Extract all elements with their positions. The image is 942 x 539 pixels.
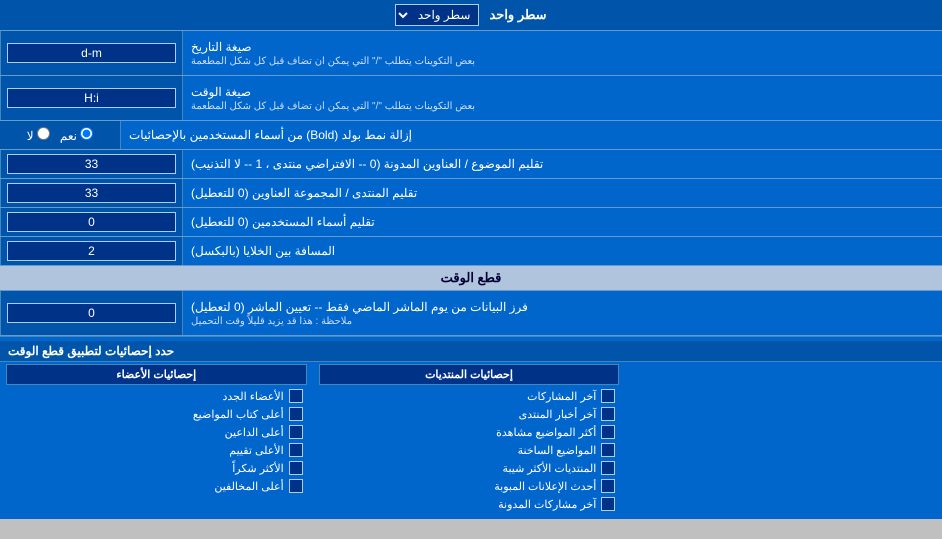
line-select[interactable]: سطر واحد سطران ثلاثة أسطر	[395, 4, 479, 26]
stats-col1-item-6: آخر مشاركات المدونة	[319, 495, 620, 513]
stats-col1-item-3: المواضيع الساخنة	[319, 441, 620, 459]
bold-remove-radio-cell: نعم لا	[0, 121, 120, 149]
stats-col1-label-6: آخر مشاركات المدونة	[498, 498, 596, 511]
usernames-trim-label: تقليم أسماء المستخدمين (0 للتعطيل)	[191, 215, 375, 229]
date-format-input-cell	[0, 31, 182, 75]
checkbox-5[interactable]	[601, 479, 615, 493]
stats-columns: إحصائيات المنتديات آخر المشاركات آخر أخب…	[0, 362, 942, 515]
checkbox-6[interactable]	[601, 497, 615, 511]
stats-header-row: حدد إحصائيات لتطبيق قطع الوقت	[0, 341, 942, 362]
bold-remove-row: إزالة نمط بولد (Bold) من أسماء المستخدمي…	[0, 121, 942, 150]
cell-spacing-label: المسافة بين الخلايا (بالبكسل)	[191, 244, 335, 258]
topic-headings-label-cell: تقليم الموضوع / العناوين المدونة (0 -- ا…	[182, 150, 942, 178]
cutoff-label-cell: فرز البيانات من يوم الماشر الماضي فقط --…	[182, 291, 942, 335]
stats-col1: إحصائيات المنتديات آخر المشاركات آخر أخب…	[313, 362, 626, 515]
stats-col2-label-3: الأعلى تقييم	[229, 444, 283, 457]
time-format-input-cell	[0, 76, 182, 120]
stats-section: حدد إحصائيات لتطبيق قطع الوقت إحصائيات ا…	[0, 336, 942, 519]
date-format-label: صيغة التاريخ	[191, 40, 252, 54]
topic-headings-input[interactable]	[7, 154, 176, 174]
time-format-label: صيغة الوقت	[191, 85, 251, 99]
bold-remove-label-cell: إزالة نمط بولد (Bold) من أسماء المستخدمي…	[120, 121, 942, 149]
cutoff-sublabel: ملاحظة : هذا قد يزيد قليلاً وقت التحميل	[191, 316, 352, 327]
cell-spacing-row: المسافة بين الخلايا (بالبكسل)	[0, 237, 942, 266]
stats-col2-label-4: الأكثر شكراً	[232, 462, 283, 475]
stats-col2-item-1: أعلى كتاب المواضيع	[6, 405, 307, 423]
radio-no-label[interactable]: لا	[27, 127, 50, 143]
usernames-trim-label-cell: تقليم أسماء المستخدمين (0 للتعطيل)	[182, 208, 942, 236]
topic-headings-input-cell	[0, 150, 182, 178]
checkbox-2[interactable]	[601, 425, 615, 439]
cutoff-label: فرز البيانات من يوم الماشر الماضي فقط --…	[191, 300, 528, 314]
stats-col1-item-2: أكثر المواضيع مشاهدة	[319, 423, 620, 441]
usernames-trim-input-cell	[0, 208, 182, 236]
cutoff-header-label: قطع الوقت	[441, 270, 502, 285]
forum-headings-label-cell: تقليم المنتدى / المجموعة العناوين (0 للت…	[182, 179, 942, 207]
top-row: سطر واحد سطر واحد سطران ثلاثة أسطر	[0, 0, 942, 31]
radio-no[interactable]	[37, 127, 50, 140]
cell-spacing-input-cell	[0, 237, 182, 265]
stats-col2-label-2: أعلى الداعين	[225, 426, 284, 439]
cutoff-input[interactable]	[7, 303, 176, 323]
cutoff-input-cell	[0, 291, 182, 335]
checkbox-4[interactable]	[601, 461, 615, 475]
topic-headings-label: تقليم الموضوع / العناوين المدونة (0 -- ا…	[191, 157, 543, 171]
forum-headings-row: تقليم المنتدى / المجموعة العناوين (0 للت…	[0, 179, 942, 208]
cell-spacing-input[interactable]	[7, 241, 176, 261]
checkbox-0[interactable]	[601, 389, 615, 403]
forum-headings-input-cell	[0, 179, 182, 207]
cell-spacing-label-cell: المسافة بين الخلايا (بالبكسل)	[182, 237, 942, 265]
stats-col1-item-0: آخر المشاركات	[319, 387, 620, 405]
stats-col2-label-1: أعلى كتاب المواضيع	[193, 408, 284, 421]
stats-col2: إحصائيات الأعضاء الأعضاء الجدد أعلى كتاب…	[0, 362, 313, 515]
cutoff-section-header: قطع الوقت	[0, 266, 942, 291]
time-format-label-cell: صيغة الوقت بعض التكوينات يتطلب "/" التي …	[182, 76, 942, 120]
checkbox-m3[interactable]	[289, 443, 303, 457]
stats-col1-label-5: أحدث الإعلانات المبوبة	[494, 480, 596, 493]
date-format-sublabel: بعض التكوينات يتطلب "/" التي يمكن ان تضا…	[191, 56, 475, 67]
cutoff-row: فرز البيانات من يوم الماشر الماضي فقط --…	[0, 291, 942, 336]
stats-col2-item-3: الأعلى تقييم	[6, 441, 307, 459]
usernames-trim-input[interactable]	[7, 212, 176, 232]
stats-col2-label-0: الأعضاء الجدد	[222, 390, 283, 403]
stats-col1-header: إحصائيات المنتديات	[319, 364, 620, 385]
radio-yes-label[interactable]: نعم	[60, 127, 93, 143]
stats-col2-item-0: الأعضاء الجدد	[6, 387, 307, 405]
stats-col1-item-5: أحدث الإعلانات المبوبة	[319, 477, 620, 495]
date-format-label-cell: صيغة التاريخ بعض التكوينات يتطلب "/" الت…	[182, 31, 942, 75]
stats-col1-label-2: أكثر المواضيع مشاهدة	[496, 426, 596, 439]
stats-col1-item-1: آخر أخبار المنتدى	[319, 405, 620, 423]
stats-header-label: حدد إحصائيات لتطبيق قطع الوقت	[8, 344, 174, 358]
checkbox-m0[interactable]	[289, 389, 303, 403]
checkbox-m1[interactable]	[289, 407, 303, 421]
stats-col2-item-4: الأكثر شكراً	[6, 459, 307, 477]
stats-col1-label-0: آخر المشاركات	[527, 390, 596, 403]
checkbox-m5[interactable]	[289, 479, 303, 493]
date-format-row: صيغة التاريخ بعض التكوينات يتطلب "/" الت…	[0, 31, 942, 76]
checkbox-3[interactable]	[601, 443, 615, 457]
stats-col1-label-3: المواضيع الساخنة	[518, 444, 597, 457]
stats-col2-label-5: أعلى المخالفين	[214, 480, 283, 493]
forum-headings-input[interactable]	[7, 183, 176, 203]
time-format-row: صيغة الوقت بعض التكوينات يتطلب "/" التي …	[0, 76, 942, 121]
time-format-sublabel: بعض التكوينات يتطلب "/" التي يمكن ان تضا…	[191, 101, 475, 112]
top-row-label: سطر واحد	[489, 7, 546, 23]
date-format-input[interactable]	[7, 43, 176, 63]
stats-col1-item-4: المنتديات الأكثر شيبة	[319, 459, 620, 477]
topic-headings-row: تقليم الموضوع / العناوين المدونة (0 -- ا…	[0, 150, 942, 179]
checkbox-m4[interactable]	[289, 461, 303, 475]
stats-col1-label-4: المنتديات الأكثر شيبة	[503, 462, 597, 475]
checkbox-m2[interactable]	[289, 425, 303, 439]
stats-right-area	[625, 362, 942, 515]
stats-col2-item-2: أعلى الداعين	[6, 423, 307, 441]
time-format-input[interactable]	[7, 88, 176, 108]
usernames-trim-row: تقليم أسماء المستخدمين (0 للتعطيل)	[0, 208, 942, 237]
forum-headings-label: تقليم المنتدى / المجموعة العناوين (0 للت…	[191, 186, 417, 200]
stats-col1-label-1: آخر أخبار المنتدى	[519, 408, 597, 421]
stats-col2-header: إحصائيات الأعضاء	[6, 364, 307, 385]
radio-yes[interactable]	[80, 127, 93, 140]
checkbox-1[interactable]	[601, 407, 615, 421]
bold-remove-label: إزالة نمط بولد (Bold) من أسماء المستخدمي…	[129, 128, 412, 142]
stats-col2-item-5: أعلى المخالفين	[6, 477, 307, 495]
